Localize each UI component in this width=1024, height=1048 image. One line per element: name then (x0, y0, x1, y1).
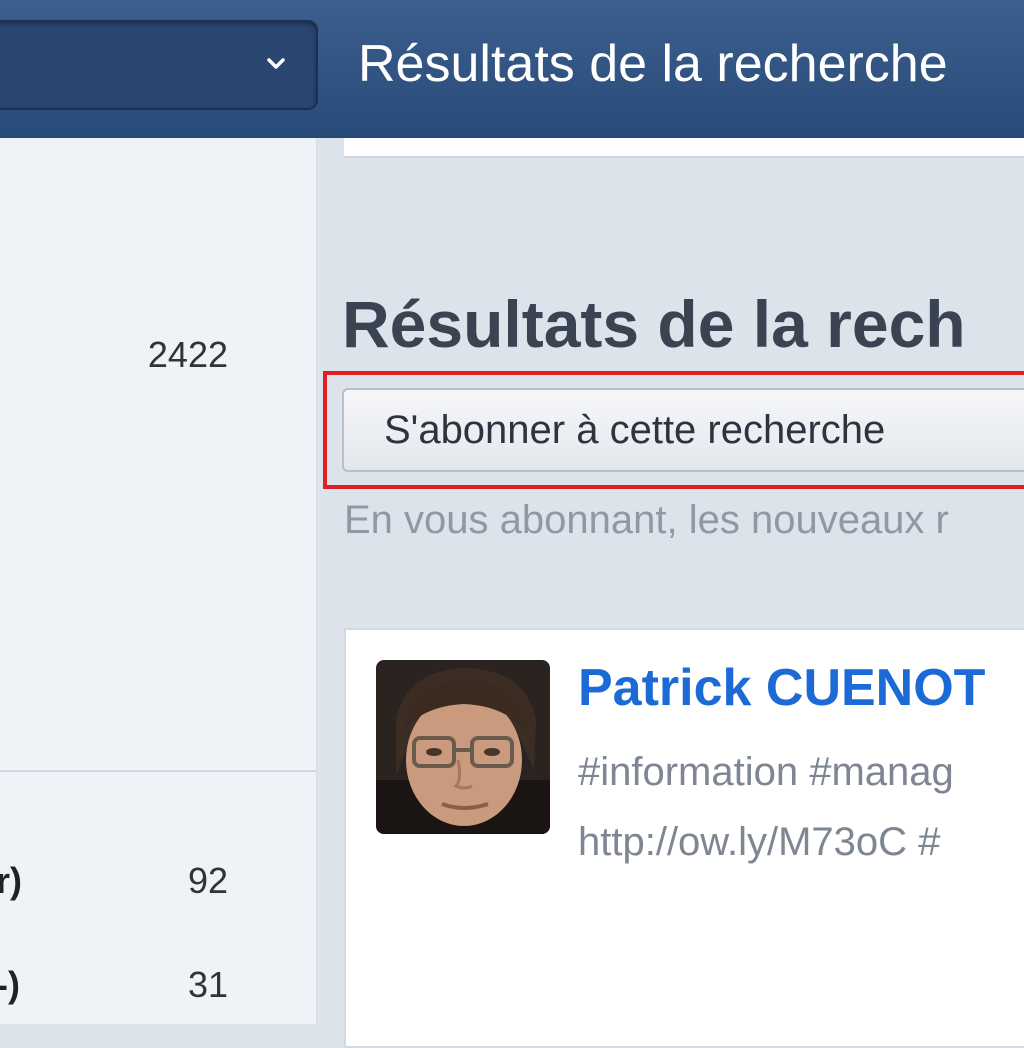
top-bar: Résultats de la recherche (0, 0, 1024, 138)
top-card (344, 138, 1024, 158)
sidebar-item-count: 92 (187, 860, 228, 901)
sidebar: 2422 r) 92 -) 31 (0, 138, 317, 1024)
header-title: Résultats de la recherche (358, 35, 948, 93)
author-link[interactable]: Patrick CUENOT (578, 658, 985, 718)
sidebar-item-count: 31 (187, 964, 228, 1005)
highlight-box (323, 371, 1024, 489)
sidebar-divider (0, 770, 316, 772)
sidebar-item-label[interactable]: -) (0, 964, 20, 1006)
sidebar-item-label[interactable]: r) (0, 860, 22, 902)
chevron-down-icon (267, 58, 285, 69)
tweet-text-line: #information #manag (578, 750, 954, 794)
avatar-photo (376, 660, 550, 834)
page-title: Résultats de la rech (342, 287, 966, 361)
tweet-link-line[interactable]: http://ow.ly/M73oC # (578, 820, 940, 865)
avatar[interactable] (376, 660, 550, 834)
navigation-dropdown[interactable] (0, 20, 318, 110)
result-card: Patrick CUENOT #information #manag http:… (344, 628, 1024, 1048)
main-content: Résultats de la rech S'abonner à cette r… (316, 138, 1024, 1048)
subscribe-hint: En vous abonnant, les nouveaux r (344, 498, 949, 542)
sidebar-total-count: 2422 (147, 334, 228, 375)
